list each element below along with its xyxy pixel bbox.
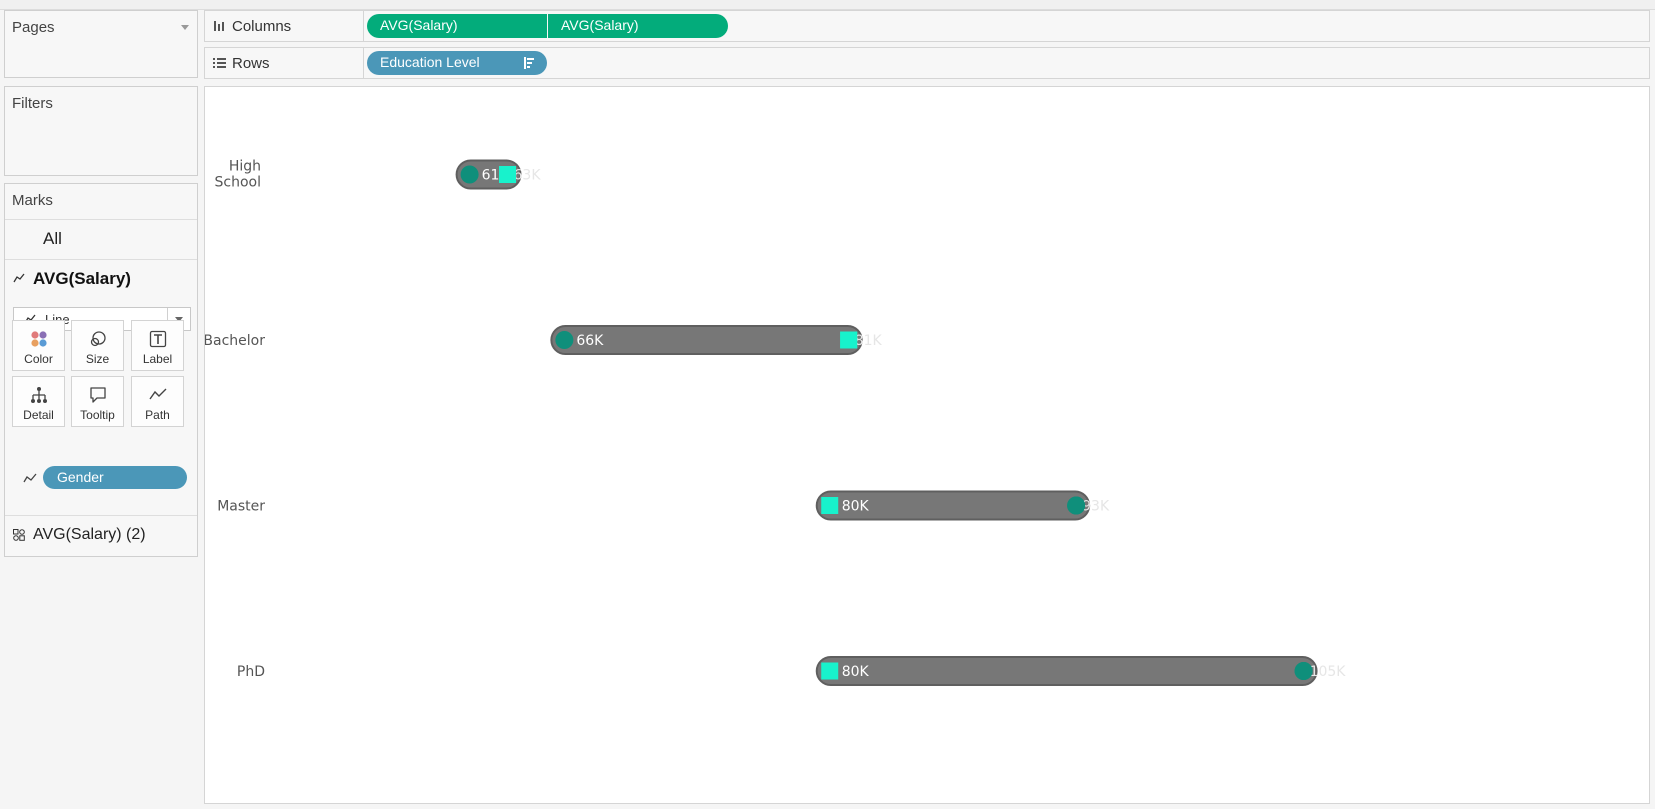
columns-pill-2-label: AVG(Salary): [561, 17, 639, 33]
marks-tab-avg-salary[interactable]: AVG(Salary): [5, 259, 197, 299]
viz-view[interactable]: High School 61K 63K Bachelor 66K 81K Master 80K 9…: [204, 86, 1650, 804]
color-button[interactable]: Color: [12, 320, 65, 371]
gender-path-pill[interactable]: Gender: [43, 466, 187, 489]
data-label-faint: 81K: [855, 333, 883, 349]
path-icon: [148, 388, 166, 400]
detail-icon: [30, 387, 47, 403]
pages-card[interactable]: Pages: [4, 10, 198, 78]
rows-label: Rows: [232, 55, 270, 72]
path-button-label: Path: [145, 408, 170, 422]
path-button[interactable]: Path: [131, 376, 184, 427]
shelf-divider: [363, 48, 364, 78]
marks-tab-all[interactable]: All: [5, 219, 197, 259]
tooltip-button[interactable]: Tooltip: [71, 376, 124, 427]
top-toolbar-strip: [0, 0, 1655, 10]
circle-mark: [555, 331, 574, 349]
marks-tab-avg-salary-2-label: AVG(Salary) (2): [33, 526, 146, 543]
square-mark: [821, 662, 839, 680]
tooltip-button-label: Tooltip: [80, 408, 115, 422]
filters-title: Filters: [12, 95, 53, 112]
data-label-faint: 93K: [1082, 499, 1110, 515]
pages-caret-icon[interactable]: [181, 25, 189, 30]
data-label-faint: 105K: [1310, 664, 1347, 680]
data-label: 80K: [842, 664, 870, 680]
square-mark-top: [499, 166, 516, 183]
detail-button[interactable]: Detail: [12, 376, 65, 427]
size-icon: [90, 331, 106, 347]
data-label-faint: 63K: [514, 168, 542, 184]
label-button[interactable]: Label: [131, 320, 184, 371]
marks-tab-avg-salary-label: AVG(Salary): [33, 269, 131, 288]
square-mark-top: [840, 331, 858, 349]
rows-pill-label: Education Level: [380, 54, 480, 70]
color-icon: [30, 331, 47, 347]
tooltip-icon: [89, 387, 106, 403]
marks-tab-avg-salary-2[interactable]: AVG(Salary) (2): [5, 515, 197, 555]
data-label: 66K: [576, 333, 604, 349]
dumbbell-chart: High School 61K 63KBachelor 66K 81KMaster 80K 9…: [205, 159, 1347, 686]
shape-mark-icon: [13, 529, 25, 541]
square-mark: [821, 497, 839, 514]
columns-pill-avg-salary-1[interactable]: AVG(Salary): [367, 14, 547, 38]
detail-button-label: Detail: [23, 408, 54, 422]
circle-mark-top: [1067, 496, 1086, 515]
line-mark-icon: [13, 273, 25, 283]
circle-mark-top: [1294, 662, 1313, 680]
circle-mark: [460, 165, 479, 184]
path-icon: [23, 473, 37, 483]
data-label: 80K: [842, 499, 870, 515]
label-button-label: Label: [142, 352, 173, 366]
columns-pill-1-label: AVG(Salary): [380, 17, 458, 33]
columns-shelf[interactable]: Columns AVG(Salary) AVG(Salary): [204, 10, 1650, 42]
marks-title: Marks: [12, 192, 53, 209]
row-label: Master: [217, 499, 265, 515]
rows-icon: [213, 58, 226, 68]
dumbbell-bar: [815, 656, 1318, 686]
columns-label: Columns: [232, 18, 292, 35]
marks-card: Marks All AVG(Salary) Line Color Size La…: [4, 183, 198, 557]
sort-descending-icon[interactable]: [524, 57, 535, 69]
marks-tab-all-label: All: [43, 229, 62, 248]
columns-icon: [214, 21, 224, 31]
row-label: High School: [215, 159, 261, 191]
rows-pill-education-level[interactable]: Education Level: [367, 51, 547, 75]
row-label: Bachelor: [205, 333, 265, 349]
columns-pill-avg-salary-2[interactable]: AVG(Salary): [548, 14, 728, 38]
gender-pill-label: Gender: [57, 469, 104, 485]
label-icon: [149, 330, 166, 348]
size-button-label: Size: [85, 352, 110, 366]
color-button-label: Color: [24, 352, 53, 366]
row-label: PhD: [237, 664, 265, 680]
filters-card[interactable]: Filters: [4, 86, 198, 176]
rows-shelf[interactable]: Rows Education Level: [204, 47, 1650, 79]
size-button[interactable]: Size: [71, 320, 124, 371]
pages-title: Pages: [12, 19, 55, 36]
shelf-divider: [363, 11, 364, 41]
